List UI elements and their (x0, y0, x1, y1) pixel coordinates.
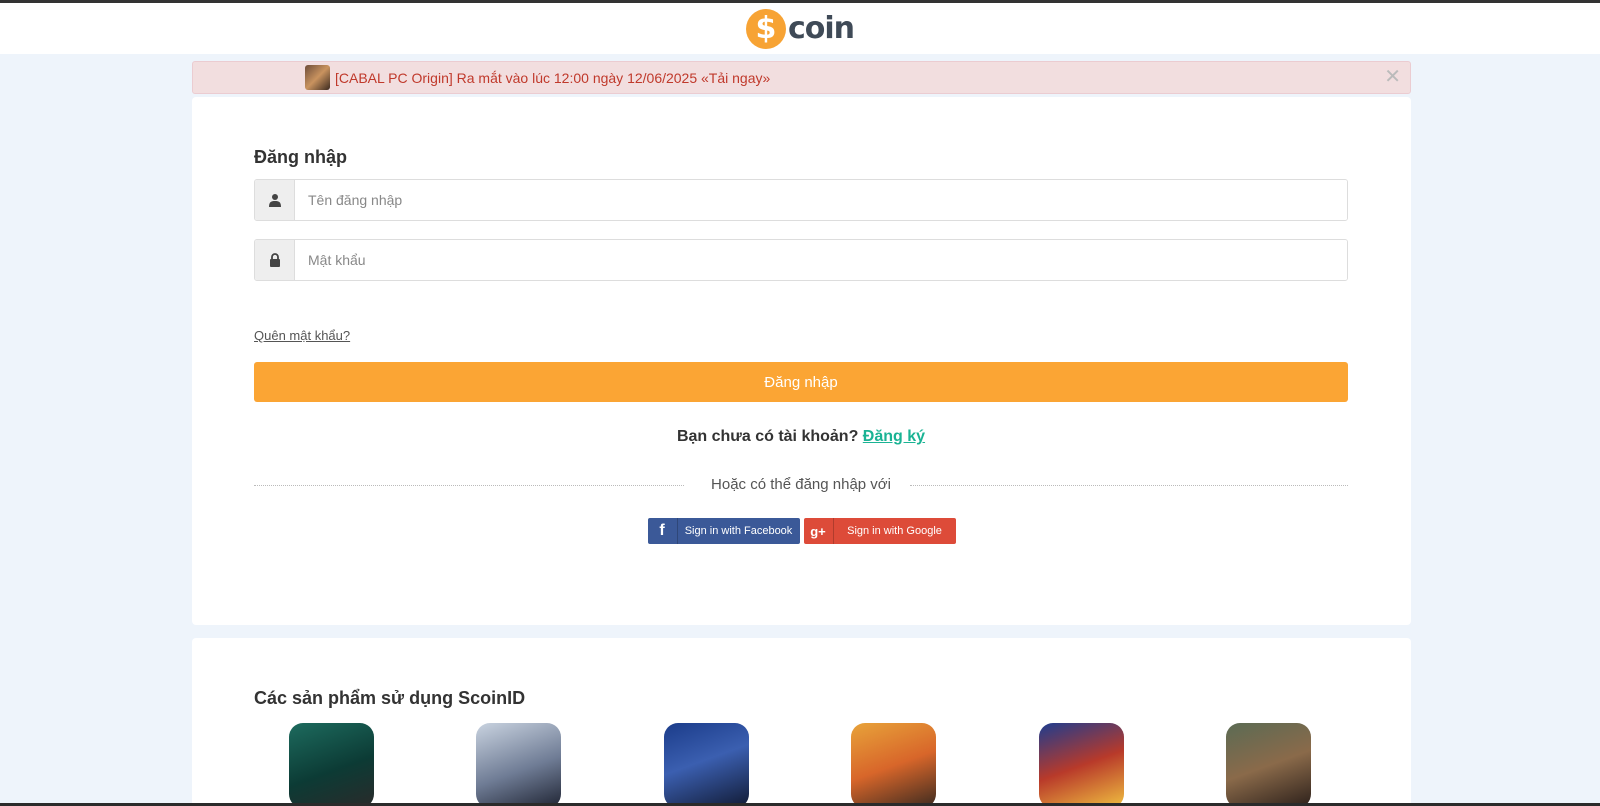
game-icon-4[interactable] (851, 723, 936, 806)
game-icon-5[interactable] (1039, 723, 1124, 806)
forgot-password-link[interactable]: Quên mật khẩu? (254, 328, 350, 343)
game-icon-2[interactable] (476, 723, 561, 806)
username-group (254, 179, 1348, 221)
products-title: Các sản phẩm sử dụng ScoinID (254, 688, 526, 708)
alt-login-text: Hoặc có thể đăng nhập với (711, 476, 891, 493)
game-icon-3[interactable] (664, 723, 749, 806)
banner-link[interactable]: [CABAL PC Origin] Ra mắt vào lúc 12:00 n… (335, 70, 770, 86)
game-icon-6[interactable] (1226, 723, 1311, 806)
products-card: Các sản phẩm sử dụng ScoinID (192, 638, 1411, 806)
google-label: Sign in with Google (847, 525, 942, 537)
password-group (254, 239, 1348, 281)
site-header: $ coin (0, 3, 1600, 54)
login-button[interactable]: Đăng nhập (254, 362, 1348, 402)
no-account-text: Bạn chưa có tài khoản? (676, 428, 859, 445)
google-login-button[interactable]: g+ Sign in with Google (803, 518, 956, 544)
facebook-label: Sign in with Facebook (684, 525, 793, 537)
password-input[interactable] (295, 240, 1347, 280)
game-thumbnail-icon (305, 65, 330, 90)
username-input[interactable] (295, 180, 1347, 220)
social-login-row: f Sign in with Facebook g+ Sign in with … (192, 518, 1411, 544)
logo-text: coin (787, 11, 855, 46)
register-link[interactable]: Đăng ký (863, 428, 925, 445)
announcement-banner: [CABAL PC Origin] Ra mắt vào lúc 12:00 n… (192, 61, 1411, 94)
google-plus-icon: g+ (804, 518, 834, 544)
close-icon[interactable]: ✕ (1384, 66, 1401, 88)
login-card: Đăng nhập Quên mật khẩu? Đăng nhập Bạn c… (192, 97, 1411, 625)
game-icon-1[interactable] (289, 723, 374, 806)
lock-icon (255, 240, 295, 280)
coin-icon: $ (745, 8, 786, 49)
user-icon (255, 180, 295, 220)
login-title: Đăng nhập (254, 147, 347, 167)
facebook-login-button[interactable]: f Sign in with Facebook (647, 518, 800, 544)
register-prompt: Bạn chưa có tài khoản? Đăng ký (254, 428, 1348, 446)
facebook-icon: f (648, 518, 678, 544)
scoin-logo[interactable]: $ coin (745, 8, 855, 49)
